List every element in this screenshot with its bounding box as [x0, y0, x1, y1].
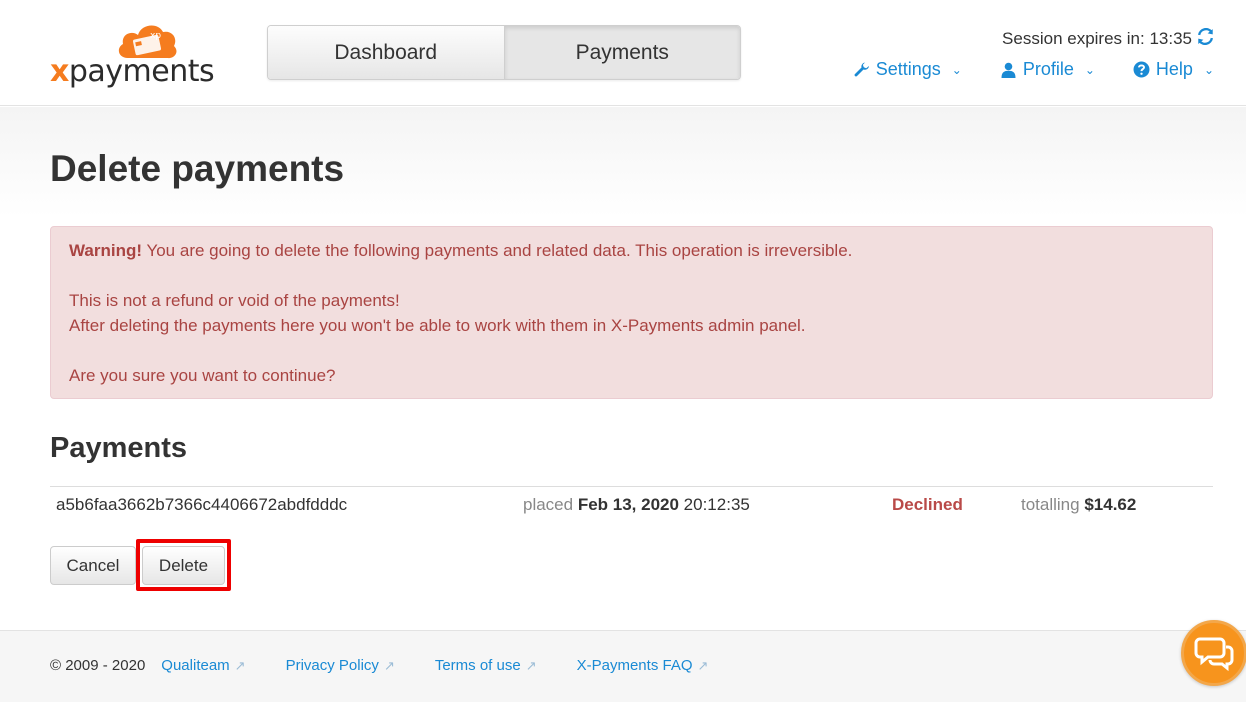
top-links: Settings ⌄ Profile ⌄ Help ⌄ — [853, 59, 1214, 80]
user-icon — [1000, 61, 1018, 79]
session-label: Session expires in: 13:35 — [1002, 29, 1192, 48]
chevron-down-icon: ⌄ — [1084, 62, 1095, 77]
profile-menu[interactable]: Profile ⌄ — [1000, 59, 1095, 80]
logo-wordmark: xpayments — [50, 54, 215, 89]
external-link-icon: ↗ — [697, 657, 709, 673]
settings-label: Settings — [875, 59, 941, 79]
question-circle-icon — [1133, 61, 1151, 79]
copyright: © 2009 - 2020 — [50, 657, 146, 674]
footer: © 2009 - 2020 Qualiteam ↗ Privacy Policy ↗… — [0, 630, 1246, 702]
tab-payments[interactable]: Payments — [504, 26, 740, 79]
main-nav: Dashboard Payments — [267, 25, 741, 80]
alert-line-3: After deleting the payments here you won… — [69, 316, 806, 335]
footer-link-faq[interactable]: X-Payments FAQ ↗ — [577, 657, 709, 674]
profile-label: Profile — [1022, 59, 1074, 79]
footer-links: © 2009 - 2020 Qualiteam ↗ Privacy Policy ↗… — [50, 657, 748, 674]
payment-total: totalling $14.62 — [1021, 495, 1137, 514]
payments-heading: Payments — [50, 432, 188, 464]
external-link-icon: ↗ — [525, 657, 537, 673]
warning-alert: Warning! You are going to delete the fol… — [50, 226, 1213, 399]
payment-placed: placed Feb 13, 2020 20:12:35 — [523, 495, 750, 514]
session-timer: Session expires in: 13:35 — [1002, 27, 1214, 50]
wrench-icon — [853, 61, 871, 79]
payment-id: a5b6faa3662b7366c4406672abdfdddc — [56, 495, 348, 514]
footer-link-terms[interactable]: Terms of use ↗ — [435, 657, 537, 674]
settings-menu[interactable]: Settings ⌄ — [853, 59, 962, 80]
external-link-icon: ↗ — [234, 657, 246, 673]
alert-strong: Warning! — [69, 241, 143, 260]
refresh-icon[interactable] — [1197, 27, 1214, 50]
svg-text:xp: xp — [150, 31, 161, 41]
alert-line-1: Warning! You are going to delete the fol… — [69, 241, 853, 260]
tab-dashboard[interactable]: Dashboard — [268, 26, 505, 79]
chat-bubbles-icon — [1194, 637, 1234, 671]
header: xp xpayments Dashboard Payments Session … — [0, 0, 1246, 106]
cancel-button[interactable]: Cancel — [50, 546, 136, 585]
page-title: Delete payments — [50, 148, 345, 189]
help-label: Help — [1155, 59, 1193, 79]
status-badge: Declined — [892, 495, 963, 514]
chat-button[interactable] — [1181, 620, 1246, 686]
alert-line-2: This is not a refund or void of the paym… — [69, 291, 400, 310]
help-menu[interactable]: Help ⌄ — [1133, 59, 1214, 80]
xpayments-logo[interactable]: xp xpayments — [50, 18, 220, 90]
footer-link-qualiteam[interactable]: Qualiteam ↗ — [161, 657, 245, 674]
table-row: a5b6faa3662b7366c4406672abdfdddc placed … — [50, 486, 1213, 523]
footer-link-privacy[interactable]: Privacy Policy ↗ — [286, 657, 395, 674]
alert-line-4: Are you sure you want to continue? — [69, 366, 336, 385]
delete-button[interactable]: Delete — [142, 546, 225, 585]
external-link-icon: ↗ — [383, 657, 395, 673]
chevron-down-icon: ⌄ — [1203, 62, 1214, 77]
chevron-down-icon: ⌄ — [951, 62, 962, 77]
